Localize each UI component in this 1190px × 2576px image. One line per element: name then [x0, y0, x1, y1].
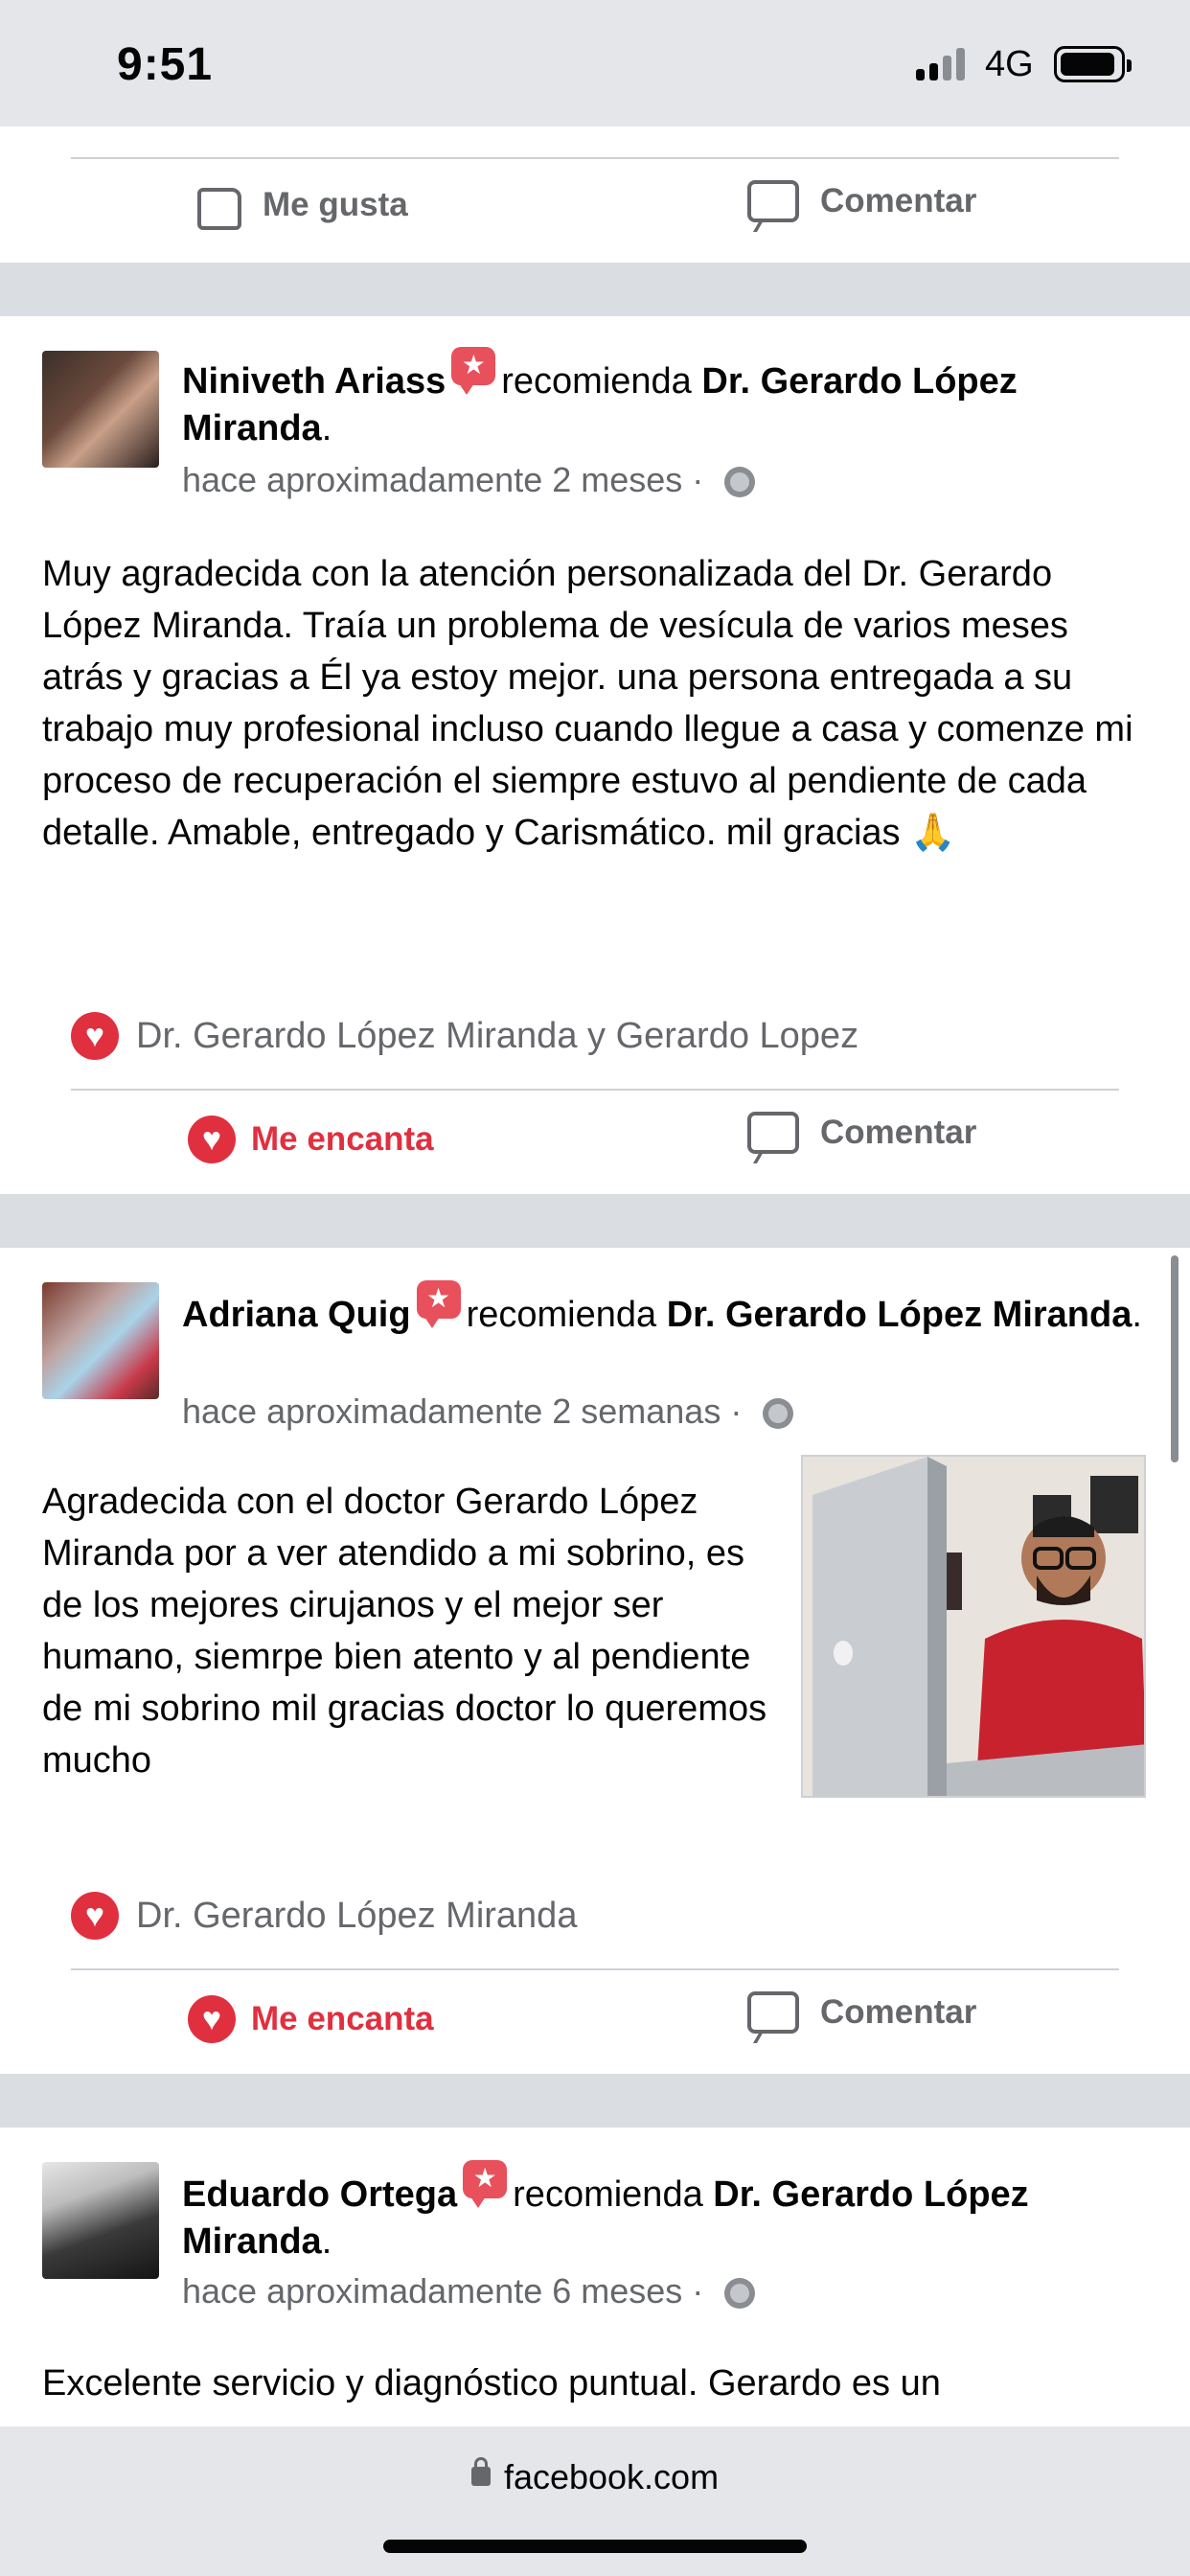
- like-label: Me gusta: [263, 186, 408, 223]
- post-text: Muy agradecida con la atención personali…: [42, 554, 1133, 853]
- post-header: Eduardo Ortegarecomienda Dr. Gerardo Lóp…: [182, 2160, 1150, 2266]
- comment-label: Comentar: [820, 1993, 977, 2031]
- verb: recomienda: [513, 2174, 703, 2215]
- avatar[interactable]: [42, 2162, 159, 2279]
- previous-post-actions: Me gusta Comentar: [0, 126, 1190, 263]
- comment-label: Comentar: [820, 182, 977, 219]
- love-reaction-icon: [71, 1892, 119, 1940]
- signal-icon: [916, 48, 970, 80]
- post-time-text: hace aproximadamente 2 meses ·: [182, 460, 714, 499]
- author-name[interactable]: Adriana Quig: [182, 1295, 411, 1335]
- reactions-summary[interactable]: Dr. Gerardo López Miranda: [71, 1892, 577, 1940]
- post-header: Niniveth Ariassrecomienda Dr. Gerardo Ló…: [182, 347, 1150, 452]
- network-type: 4G: [985, 44, 1034, 84]
- love-button[interactable]: Me encanta: [188, 1995, 434, 2043]
- author-name[interactable]: Niniveth Ariass: [182, 361, 446, 402]
- post-time: hace aproximadamente 6 meses ·: [182, 2271, 756, 2312]
- divider: [71, 157, 1119, 159]
- love-icon: [188, 1116, 236, 1163]
- status-bar: 9:51 4G: [0, 0, 1190, 126]
- love-reaction-icon: [71, 1012, 119, 1060]
- post-card: Niniveth Ariass recomienda Dr. Gerardo Ló…: [0, 316, 1190, 1194]
- verb: recomienda: [466, 1295, 657, 1335]
- reactions-text: Dr. Gerardo López Miranda: [136, 1895, 578, 1936]
- globe-icon: [763, 1398, 794, 1430]
- post-text: Excelente servicio y diagnóstico puntual…: [42, 2363, 941, 2404]
- post-text: Agradecida con el doctor Gerardo López M…: [42, 1482, 767, 1781]
- thumbs-up-icon: [197, 188, 241, 230]
- comment-button[interactable]: Comentar: [747, 1991, 976, 2034]
- recommend-badge-icon: [463, 2160, 508, 2208]
- verb: recomienda: [501, 361, 692, 402]
- recommend-badge-icon: [416, 1280, 461, 1328]
- scrollbar[interactable]: [1171, 1255, 1179, 1462]
- post-time-text: hace aproximadamente 2 semanas ·: [182, 1392, 752, 1431]
- divider: [71, 1968, 1119, 1970]
- comment-label: Comentar: [820, 1114, 977, 1151]
- post-time: hace aproximadamente 2 semanas ·: [182, 1392, 794, 1432]
- post-photo[interactable]: [801, 1455, 1146, 1798]
- comment-icon: [747, 1991, 799, 2034]
- lock-icon: [470, 2457, 491, 2487]
- battery-icon: [1054, 46, 1132, 82]
- love-button[interactable]: Me encanta: [188, 1116, 434, 1163]
- status-time: 9:51: [117, 39, 214, 90]
- reactions-summary[interactable]: Dr. Gerardo López Miranda y Gerardo Lope…: [71, 1012, 858, 1060]
- post-time: hace aproximadamente 2 meses ·: [182, 460, 756, 500]
- browser-address-bar[interactable]: [0, 2426, 1190, 2576]
- avatar[interactable]: [42, 1282, 159, 1399]
- divider: [71, 1089, 1119, 1091]
- avatar[interactable]: [42, 351, 159, 468]
- page-name[interactable]: Dr. Gerardo López Miranda: [667, 1295, 1133, 1335]
- love-label: Me encanta: [251, 2000, 434, 2037]
- comment-button[interactable]: Comentar: [747, 180, 976, 222]
- love-label: Me encanta: [251, 1120, 434, 1158]
- globe-icon: [724, 2278, 756, 2310]
- post-header: Adriana Quig recomienda Dr. Gerardo López…: [182, 1280, 1150, 1339]
- url-display[interactable]: facebook.com: [0, 2457, 1190, 2497]
- reactions-text: Dr. Gerardo López Miranda y Gerardo Lope…: [136, 1015, 859, 1056]
- post-card: Eduardo Ortegarecomienda Dr. Gerardo Lóp…: [0, 2128, 1190, 2434]
- comment-button[interactable]: Comentar: [747, 1112, 976, 1154]
- url-text: facebook.com: [503, 2457, 720, 2496]
- author-name[interactable]: Eduardo Ortega: [182, 2174, 457, 2215]
- recommend-badge-icon: [451, 347, 496, 395]
- like-button[interactable]: Me gusta: [197, 180, 408, 230]
- globe-icon: [724, 467, 756, 498]
- home-indicator[interactable]: [383, 2540, 807, 2553]
- comment-icon: [747, 1112, 799, 1154]
- post-time-text: hace aproximadamente 6 meses ·: [182, 2271, 714, 2311]
- comment-icon: [747, 180, 799, 222]
- love-icon: [188, 1995, 236, 2043]
